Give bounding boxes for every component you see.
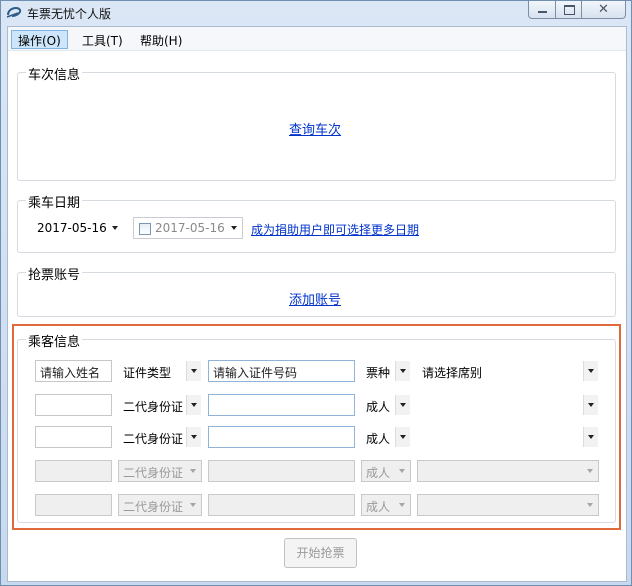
ticket-type-value: 票种	[366, 366, 391, 380]
train-info-group: 车次信息 查询车次	[17, 64, 616, 181]
seat-select[interactable]	[417, 426, 599, 448]
chevron-down-icon	[186, 395, 201, 415]
window-title: 车票无忧个人版	[27, 7, 112, 21]
chevron-down-icon	[186, 495, 201, 515]
app-window: 车票无忧个人版 ✕ 操作(O) 工具(T) 帮助(H) 车次信息 查询车次 乘车…	[0, 0, 632, 586]
ride-date-value: 2017-05-16	[37, 221, 107, 235]
extra-date-checkbox[interactable]	[139, 223, 151, 235]
close-button[interactable]: ✕	[581, 1, 626, 19]
query-train-link[interactable]: 查询车次	[289, 119, 341, 138]
menu-tools[interactable]: 工具(T)	[75, 30, 130, 49]
id-type-select[interactable]: 证件类型	[118, 360, 202, 382]
ticket-type-value: 成人	[366, 466, 391, 480]
seat-select	[417, 460, 599, 482]
menu-operation[interactable]: 操作(O)	[11, 30, 68, 49]
id-number-input	[208, 460, 355, 482]
seat-value: 请选择席别	[422, 366, 483, 380]
ticket-type-value: 成人	[366, 400, 391, 414]
id-number-input[interactable]	[208, 394, 355, 416]
ticket-type-select: 成人	[361, 460, 411, 482]
app-logo-icon	[6, 6, 22, 18]
close-icon: ✕	[598, 2, 609, 17]
id-number-input	[208, 494, 355, 516]
name-input	[35, 494, 112, 516]
maximize-button[interactable]	[555, 1, 582, 19]
id-number-input[interactable]	[208, 426, 355, 448]
id-type-select: 二代身份证	[118, 494, 202, 516]
chevron-down-icon	[395, 461, 410, 481]
ticket-type-select[interactable]: 成人	[361, 426, 411, 448]
chevron-down-icon	[227, 218, 242, 238]
id-number-input[interactable]: 请输入证件号码	[208, 360, 355, 382]
ticket-type-select[interactable]: 成人	[361, 394, 411, 416]
ticket-type-value: 成人	[366, 500, 391, 514]
start-grab-button[interactable]: 开始抢票	[284, 538, 357, 568]
id-type-select[interactable]: 二代身份证	[118, 426, 202, 448]
add-account-link[interactable]: 添加账号	[289, 289, 341, 308]
id-type-select[interactable]: 二代身份证	[118, 394, 202, 416]
chevron-down-icon	[583, 395, 598, 415]
ticket-type-select[interactable]: 票种	[361, 360, 411, 382]
ride-date-title: 乘车日期	[26, 192, 83, 211]
extra-date-value: 2017-05-16	[155, 221, 225, 235]
menu-bar: 操作(O) 工具(T) 帮助(H)	[8, 27, 626, 51]
id-type-value: 二代身份证	[123, 400, 184, 414]
name-input[interactable]	[35, 426, 112, 448]
chevron-down-icon	[186, 427, 201, 447]
id-type-select: 二代身份证	[118, 460, 202, 482]
accounts-title: 抢票账号	[26, 264, 83, 283]
extra-date-select[interactable]: 2017-05-16	[133, 217, 243, 239]
chevron-down-icon	[395, 361, 410, 381]
chevron-down-icon	[583, 461, 598, 481]
chevron-down-icon	[583, 427, 598, 447]
chevron-down-icon	[395, 395, 410, 415]
passenger-title: 乘客信息	[26, 331, 83, 350]
ride-date-select[interactable]: 2017-05-16	[32, 217, 124, 239]
ticket-type-value: 成人	[366, 432, 391, 446]
seat-select	[417, 494, 599, 516]
chevron-down-icon	[583, 495, 598, 515]
ride-date-group: 乘车日期 2017-05-16 2017-05-16 成为捐助用户即可选择更多日…	[17, 192, 616, 253]
chevron-down-icon	[108, 218, 123, 238]
name-input[interactable]: 请输入姓名	[35, 360, 112, 382]
name-input[interactable]	[35, 394, 112, 416]
chevron-down-icon	[186, 361, 201, 381]
upgrade-link[interactable]: 成为捐助用户即可选择更多日期	[251, 221, 419, 238]
ticket-type-select: 成人	[361, 494, 411, 516]
menu-help[interactable]: 帮助(H)	[133, 30, 189, 49]
id-type-value: 证件类型	[123, 366, 172, 380]
id-type-value: 二代身份证	[123, 432, 184, 446]
seat-select[interactable]: 请选择席别	[417, 360, 599, 382]
chevron-down-icon	[395, 427, 410, 447]
id-type-value: 二代身份证	[123, 500, 184, 514]
main-panel: 操作(O) 工具(T) 帮助(H) 车次信息 查询车次 乘车日期 2017-05…	[7, 26, 627, 582]
seat-select[interactable]	[417, 394, 599, 416]
id-type-value: 二代身份证	[123, 466, 184, 480]
name-input	[35, 460, 112, 482]
chevron-down-icon	[186, 461, 201, 481]
title-bar[interactable]: 车票无忧个人版 ✕	[1, 1, 631, 25]
passenger-group: 乘客信息 请输入姓名 证件类型 请输入证件号码 票种 请选择席别 二代身份证 成…	[17, 331, 616, 523]
minimize-button[interactable]	[528, 1, 556, 19]
train-info-title: 车次信息	[26, 64, 83, 83]
chevron-down-icon	[395, 495, 410, 515]
accounts-group: 抢票账号 添加账号	[17, 264, 616, 317]
chevron-down-icon	[583, 361, 598, 381]
